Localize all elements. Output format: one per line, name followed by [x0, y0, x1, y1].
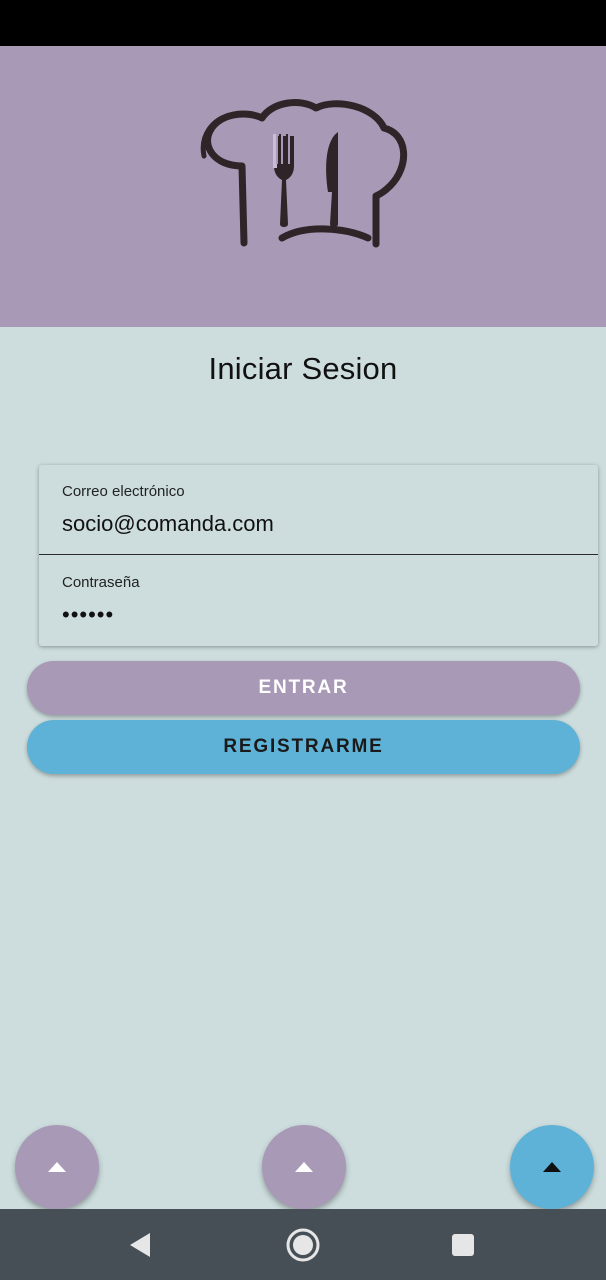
chef-hat-logo-icon: [200, 99, 407, 248]
enter-button[interactable]: ENTRAR: [27, 661, 580, 715]
back-triangle-icon: [130, 1233, 150, 1257]
login-form-card: Correo electrónico Contraseña ••••••: [39, 465, 598, 646]
caret-up-icon: [543, 1162, 561, 1172]
status-bar: [0, 0, 606, 46]
caret-up-icon: [48, 1162, 66, 1172]
register-button[interactable]: REGISTRARME: [27, 720, 580, 774]
email-field[interactable]: Correo electrónico: [39, 465, 598, 555]
nav-back-button[interactable]: [121, 1226, 159, 1264]
login-content: Iniciar Sesion Correo electrónico Contra…: [0, 327, 606, 1209]
password-label: Contraseña: [62, 574, 140, 591]
fab-center[interactable]: [262, 1125, 346, 1209]
system-nav-bar: [0, 1209, 606, 1280]
fab-right[interactable]: [510, 1125, 594, 1209]
caret-up-icon: [295, 1162, 313, 1172]
home-circle-icon: [286, 1228, 320, 1262]
fab-left[interactable]: [15, 1125, 99, 1209]
email-label: Correo electrónico: [62, 483, 185, 500]
email-input[interactable]: [62, 509, 572, 539]
app-header: [0, 46, 606, 327]
password-input[interactable]: ••••••: [62, 600, 114, 630]
page-title: Iniciar Sesion: [208, 351, 398, 386]
password-field[interactable]: Contraseña ••••••: [39, 556, 598, 646]
nav-recents-button[interactable]: [444, 1226, 482, 1264]
recents-square-icon: [452, 1234, 474, 1256]
nav-home-button[interactable]: [284, 1226, 322, 1264]
